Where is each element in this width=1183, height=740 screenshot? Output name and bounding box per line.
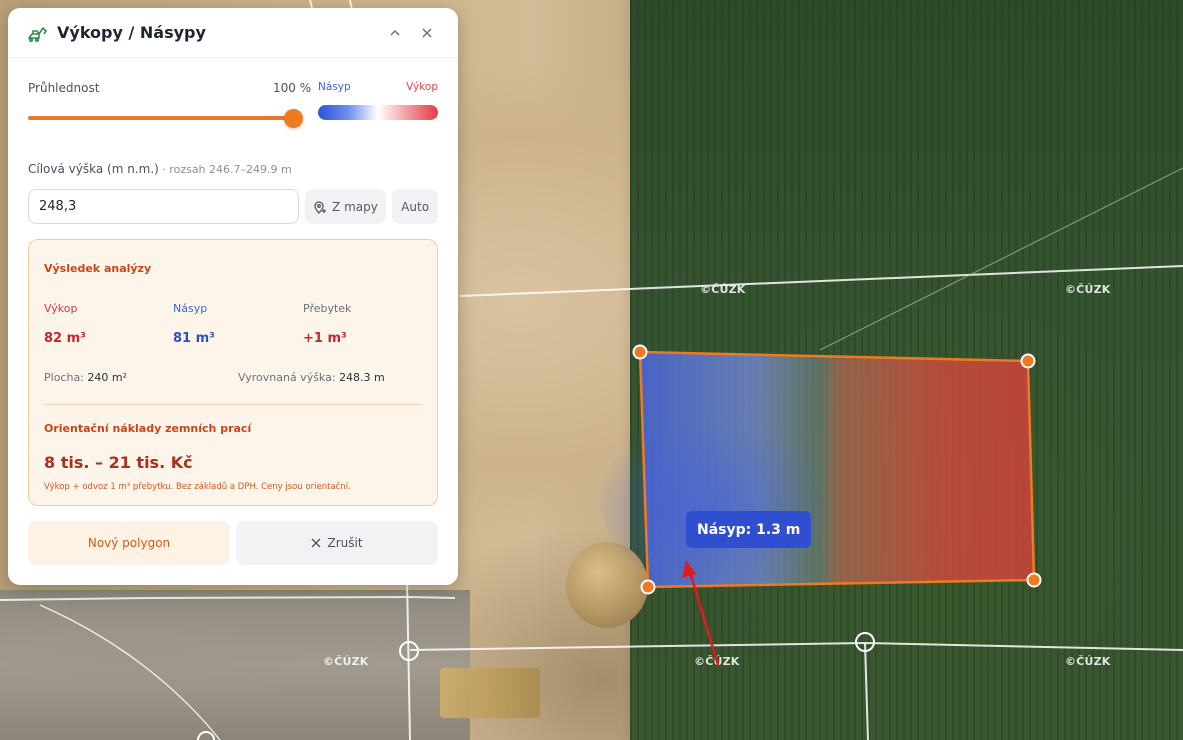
cancel-label: Zrušit xyxy=(327,536,363,550)
close-button[interactable] xyxy=(412,18,442,48)
target-height-input[interactable] xyxy=(28,189,299,224)
area-value: 240 m² xyxy=(87,371,128,384)
target-height-range: · rozsah 246.7–249.9 m xyxy=(158,163,292,176)
legend-fill-label: Násyp xyxy=(318,81,351,93)
target-height-title: Cílová výška (m n.m.) xyxy=(28,162,159,176)
metric-surplus: Přebytek +1 m³ xyxy=(303,302,351,346)
close-icon xyxy=(422,27,432,38)
result-metrics: Výkop 82 m³ Násyp 81 m³ Přebytek +1 m³ xyxy=(44,302,424,352)
metric-surplus-value: +1 m³ xyxy=(303,331,347,346)
panel-header: Výkopy / Násypy xyxy=(8,8,458,58)
polygon-fill-zone xyxy=(600,410,840,590)
result-extra-row: Plocha: 240 m² Vyrovnaná výška: 248.3 m xyxy=(44,371,424,384)
level-info: Vyrovnaná výška: 248.3 m xyxy=(238,371,385,384)
auto-button[interactable]: Auto xyxy=(392,189,438,224)
opacity-label: Průhlednost xyxy=(28,81,100,95)
cost-note: Výkop + odvoz 1 m³ přebytku. Bez základů… xyxy=(44,482,351,492)
cut-fill-legend: Násyp Výkop xyxy=(318,81,438,120)
cancel-button[interactable]: Zrušit xyxy=(236,521,438,565)
legend-cut-label: Výkop xyxy=(406,81,438,93)
from-map-label: Z mapy xyxy=(332,199,378,214)
cut-fill-panel: Výkopy / Násypy Průhlednost 100 % Násyp … xyxy=(8,8,458,585)
result-title: Výsledek analýzy xyxy=(44,262,152,275)
from-map-button[interactable]: Z mapy xyxy=(304,189,387,224)
level-label: Vyrovnaná výška: xyxy=(238,371,336,384)
map-pin-plus-icon xyxy=(314,200,327,214)
metric-fill: Násyp 81 m³ xyxy=(173,302,215,346)
chevron-up-icon xyxy=(390,29,400,36)
metric-surplus-label: Přebytek xyxy=(303,302,352,315)
metric-cut-label: Výkop xyxy=(44,302,78,315)
polygon-vertex-handle[interactable] xyxy=(632,344,648,360)
analysis-result-box: Výsledek analýzy Výkop 82 m³ Násyp 81 m³… xyxy=(28,239,438,506)
polygon-vertex-handle[interactable] xyxy=(1026,572,1042,588)
opacity-value: 100 % xyxy=(273,81,312,95)
legend-gradient-bar xyxy=(318,105,438,120)
result-divider xyxy=(44,404,422,405)
metric-cut-value: 82 m³ xyxy=(44,331,86,346)
new-polygon-button[interactable]: Nový polygon xyxy=(28,521,230,565)
panel-title: Výkopy / Násypy xyxy=(57,23,206,42)
target-height-label: Cílová výška (m n.m.) · rozsah 246.7–249… xyxy=(28,162,438,186)
cost-title: Orientační náklady zemních prací xyxy=(44,422,252,435)
opacity-slider-track[interactable] xyxy=(28,116,293,120)
polygon-vertex-handle[interactable] xyxy=(1020,353,1036,369)
opacity-slider-thumb[interactable] xyxy=(284,109,303,128)
excavator-icon xyxy=(27,23,47,43)
level-value: 248.3 m xyxy=(339,371,385,384)
polygon-vertex-handle[interactable] xyxy=(640,579,656,595)
area-label: Plocha: xyxy=(44,371,84,384)
close-icon xyxy=(311,538,321,548)
metric-fill-value: 81 m³ xyxy=(173,331,215,346)
collapse-button[interactable] xyxy=(380,18,410,48)
fill-depth-tooltip: Násyp: 1.3 m xyxy=(686,511,812,548)
cost-value: 8 tis. – 21 tis. Kč xyxy=(44,453,193,472)
metric-cut: Výkop 82 m³ xyxy=(44,302,86,346)
metric-fill-label: Násyp xyxy=(173,302,208,315)
